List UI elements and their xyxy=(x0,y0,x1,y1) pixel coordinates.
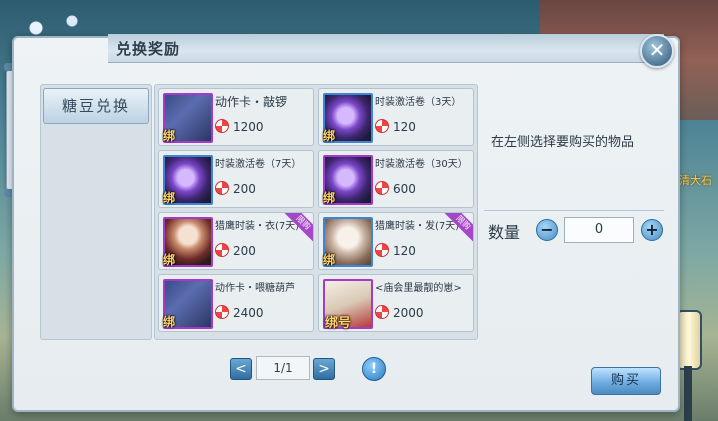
item-price: 2000 xyxy=(375,305,424,320)
close-button[interactable]: ✕ xyxy=(640,34,674,68)
bind-tag: 绑 xyxy=(163,191,176,205)
price-value: 2000 xyxy=(393,306,424,320)
price-value: 200 xyxy=(233,182,256,196)
bind-tag: 绑 xyxy=(323,191,336,205)
selection-hint: 在左侧选择要购买的物品 xyxy=(491,135,635,150)
title-bar xyxy=(108,34,664,63)
item-card[interactable]: 绑 猎鹰时装・衣(7天) 200 限购 xyxy=(158,212,314,270)
candy-icon xyxy=(375,305,389,319)
bind-tag: 绑 xyxy=(163,129,176,143)
bind-tag: 绑 xyxy=(163,315,176,329)
item-card[interactable]: 绑 时装激活卷（7天） 200 xyxy=(158,150,314,208)
prev-page-button[interactable]: < xyxy=(230,358,252,380)
candy-icon xyxy=(215,243,229,257)
candy-icon xyxy=(215,181,229,195)
tab-candy-exchange[interactable]: 糖豆兑换 xyxy=(43,88,149,124)
increase-button[interactable]: + xyxy=(641,219,663,241)
item-card[interactable]: 绑 时装激活卷（3天） 120 xyxy=(318,88,474,146)
info-button[interactable]: ! xyxy=(362,357,386,381)
lantern-post xyxy=(684,366,692,421)
quantity-label: 数量 xyxy=(488,223,521,242)
item-name: <庙会里最靓的崽> xyxy=(375,283,462,294)
candy-icon xyxy=(375,181,389,195)
item-name: 时装激活卷（3天） xyxy=(375,97,462,108)
bind-tag: 绑号 xyxy=(325,316,352,331)
candy-icon xyxy=(215,119,229,133)
price-value: 120 xyxy=(393,120,416,134)
decrease-button[interactable]: − xyxy=(536,219,558,241)
item-name: 时装激活卷（7天） xyxy=(215,159,302,170)
side-npc-label: 清大石 xyxy=(679,174,712,187)
item-price: 600 xyxy=(375,181,416,196)
price-value: 1200 xyxy=(233,120,264,134)
quantity-field[interactable]: 0 xyxy=(564,217,634,243)
price-value: 120 xyxy=(393,244,416,258)
window-title: 兑换奖励 xyxy=(116,40,181,58)
item-price: 200 xyxy=(215,181,256,196)
buy-button[interactable]: 购买 xyxy=(591,367,661,395)
item-name: 猎鹰时装・衣(7天) xyxy=(215,221,300,232)
item-price: 200 xyxy=(215,243,256,258)
bind-tag: 绑 xyxy=(323,129,336,143)
candy-icon xyxy=(375,119,389,133)
item-price: 120 xyxy=(375,119,416,134)
bind-tag: 绑 xyxy=(163,253,176,267)
item-name: 动作卡・敲锣 xyxy=(215,95,288,109)
item-price: 120 xyxy=(375,243,416,258)
item-card[interactable]: 绑号 <庙会里最靓的崽> 2000 xyxy=(318,274,474,332)
next-page-button[interactable]: > xyxy=(313,358,335,380)
item-name: 猎鹰时装・发(7天) xyxy=(375,221,460,232)
item-price: 2400 xyxy=(215,305,264,320)
item-card[interactable]: 绑 时装激活卷（30天） 600 xyxy=(318,150,474,208)
item-card[interactable]: 绑 动作卡・喂糖葫芦 2400 xyxy=(158,274,314,332)
price-value: 200 xyxy=(233,244,256,258)
price-value: 2400 xyxy=(233,306,264,320)
item-price: 1200 xyxy=(215,119,264,134)
item-card[interactable]: 绑 动作卡・敲锣 1200 xyxy=(158,88,314,146)
page-indicator: 1/1 xyxy=(256,356,310,380)
price-value: 600 xyxy=(393,182,416,196)
item-card[interactable]: 绑 猎鹰时装・发(7天) 120 限购 xyxy=(318,212,474,270)
item-name: 时装激活卷（30天） xyxy=(375,159,468,170)
candy-icon xyxy=(375,243,389,257)
candy-icon xyxy=(215,305,229,319)
bind-tag: 绑 xyxy=(323,253,336,267)
item-name: 动作卡・喂糖葫芦 xyxy=(215,283,295,294)
divider xyxy=(484,210,664,211)
